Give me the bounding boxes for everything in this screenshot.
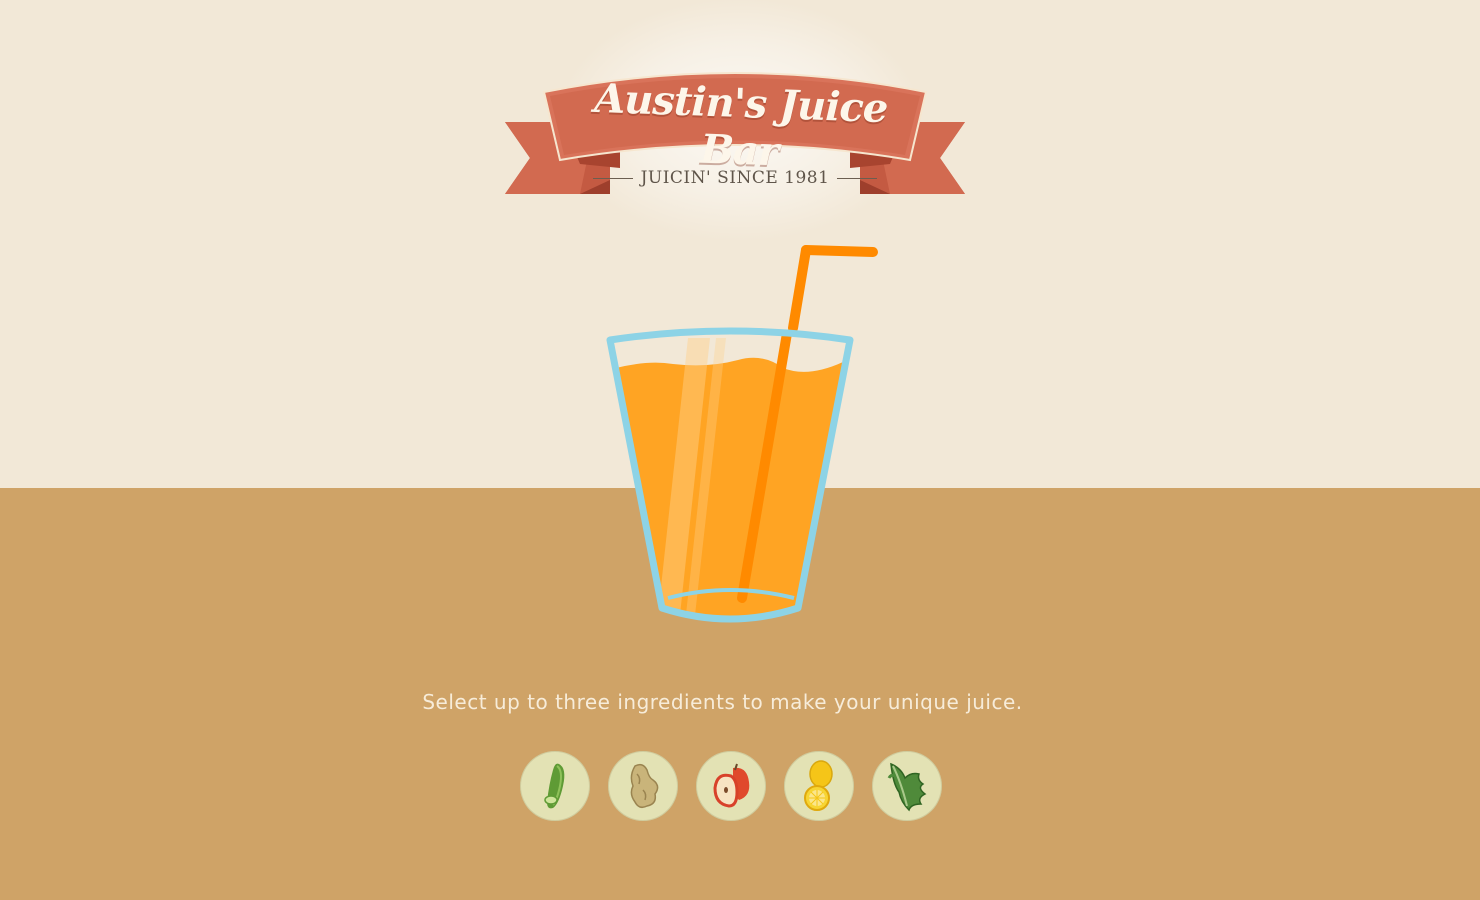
ingredient-lemon-button[interactable] (784, 751, 854, 821)
tagline-divider-left (592, 177, 633, 179)
lemon-icon (804, 760, 833, 811)
tagline-divider-right (837, 177, 878, 179)
juice-bar-page: Austin's Juice Bar JUICIN' SINCE 1981 Se… (0, 0, 1480, 900)
apple-icon (713, 763, 750, 808)
logo: Austin's Juice Bar JUICIN' SINCE 1981 (500, 60, 970, 205)
ginger-icon (630, 763, 659, 809)
ingredient-picker (520, 751, 944, 823)
tagline: JUICIN' SINCE 1981 (640, 168, 830, 188)
ingredient-cucumber-button[interactable] (520, 751, 590, 821)
ingredient-apple-button[interactable] (696, 751, 766, 821)
cucumber-icon (544, 763, 565, 809)
juice-glass-illustration (606, 245, 878, 623)
tagline-row: JUICIN' SINCE 1981 (588, 164, 882, 192)
ingredient-ginger-button[interactable] (608, 751, 678, 821)
ingredient-kale-button[interactable] (872, 751, 942, 821)
juice-glass (598, 238, 888, 633)
kale-icon (887, 762, 927, 812)
instruction-text: Select up to three ingredients to make y… (422, 690, 1023, 714)
